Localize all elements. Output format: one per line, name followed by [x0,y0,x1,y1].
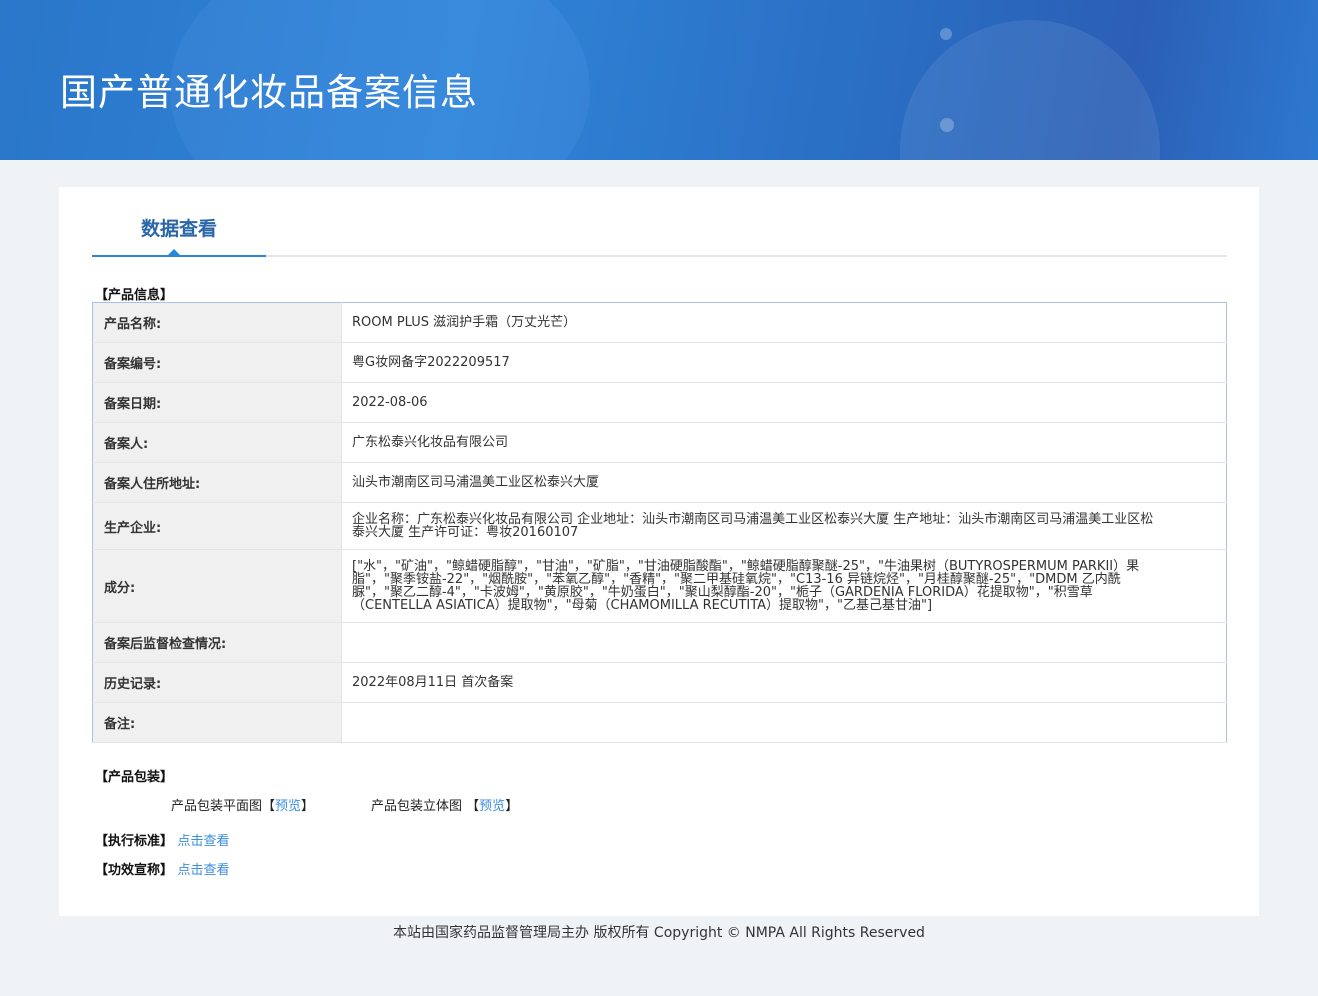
table-row: 产品名称: ROOM PLUS 滋润护手霜（万丈光芒） [92,302,1227,343]
row-value [341,702,1227,743]
row-label: 成分: [92,549,342,623]
standard-row: 【执行标准】 点击查看 [95,830,230,849]
footer-copyright: 本站由国家药品监督管理局主办 版权所有 Copyright © NMPA All… [393,925,925,941]
row-value: ROOM PLUS 滋润护手霜（万丈光芒） [341,302,1227,343]
row-label: 备案日期: [92,382,342,423]
row-label: 备案人: [92,422,342,463]
row-label: 生产企业: [92,502,342,550]
efficacy-row: 【功效宣称】 点击查看 [95,859,230,878]
content-card: 数据查看 【产品信息】 产品名称: ROOM PLUS 滋润护手霜（万丈光芒） 备… [59,187,1259,916]
row-value: 汕头市潮南区司马浦温美工业区松泰兴大厦 [341,462,1227,503]
table-row: 历史记录: 2022年08月11日 首次备案 [92,662,1227,703]
row-value [341,622,1227,663]
row-label: 备案人住所地址: [92,462,342,503]
packaging-heading: 【产品包装】 [95,770,174,785]
product-info-table: 产品名称: ROOM PLUS 滋润护手霜（万丈光芒） 备案编号: 粤G妆网备字20… [92,302,1227,743]
row-value: 企业名称：广东松泰兴化妆品有限公司 企业地址：汕头市潮南区司马浦温美工业区松泰兴… [341,502,1227,550]
table-row: 备注: [92,702,1227,743]
row-label: 备案编号: [92,342,342,383]
bracket: 】 [505,799,519,814]
tab-indicator [168,249,180,255]
row-value: ["水"，"矿油"，"鲸蜡硬脂醇"，"甘油"，"矿脂"，"甘油硬脂酸酯"，"鲸蜡… [341,549,1227,623]
row-label: 产品名称: [92,302,342,343]
row-label: 备案后监督检查情况: [92,622,342,663]
table-row: 备案人住所地址: 汕头市潮南区司马浦温美工业区松泰兴大厦 [92,462,1227,503]
tab-bar: 数据查看 [92,187,1227,257]
packaging-solid-preview-link[interactable]: 预览 [479,799,505,814]
row-value: 广东松泰兴化妆品有限公司 [341,422,1227,463]
packaging-solid-label: 产品包装立体图 [371,799,463,814]
row-value: 2022年08月11日 首次备案 [341,662,1227,703]
bracket: 【 [466,799,480,814]
product-info-heading: 【产品信息】 [95,288,174,303]
row-value: 粤G妆网备字2022209517 [341,342,1227,383]
table-row: 成分: ["水"，"矿油"，"鲸蜡硬脂醇"，"甘油"，"矿脂"，"甘油硬脂酸酯"，… [92,549,1227,623]
standard-view-link[interactable]: 点击查看 [178,834,230,849]
page-title: 国产普通化妆品备案信息 [60,71,478,114]
table-row: 生产企业: 企业名称：广东松泰兴化妆品有限公司 企业地址：汕头市潮南区司马浦温美工… [92,502,1227,550]
standard-heading: 【执行标准】 [95,834,174,849]
tab-label: 数据查看 [140,218,217,240]
bracket: 】 [301,799,315,814]
header-banner: 国产普通化妆品备案信息 [0,0,1318,160]
packaging-flat-preview-link[interactable]: 预览 [275,799,301,814]
table-row: 备案人: 广东松泰兴化妆品有限公司 [92,422,1227,463]
efficacy-view-link[interactable]: 点击查看 [178,863,230,878]
packaging-flat: 产品包装平面图【预览】 [171,795,314,814]
packaging-solid: 产品包装立体图 【预览】 [371,795,518,814]
bracket: 【 [262,799,276,814]
row-value: 2022-08-06 [341,382,1227,423]
packaging-flat-label: 产品包装平面图 [171,799,263,814]
row-label: 备注: [92,702,342,743]
efficacy-heading: 【功效宣称】 [95,863,174,878]
row-label: 历史记录: [92,662,342,703]
table-row: 备案编号: 粤G妆网备字2022209517 [92,342,1227,383]
tab-data-view[interactable]: 数据查看 [92,187,266,257]
table-row: 备案后监督检查情况: [92,622,1227,663]
table-row: 备案日期: 2022-08-06 [92,382,1227,423]
